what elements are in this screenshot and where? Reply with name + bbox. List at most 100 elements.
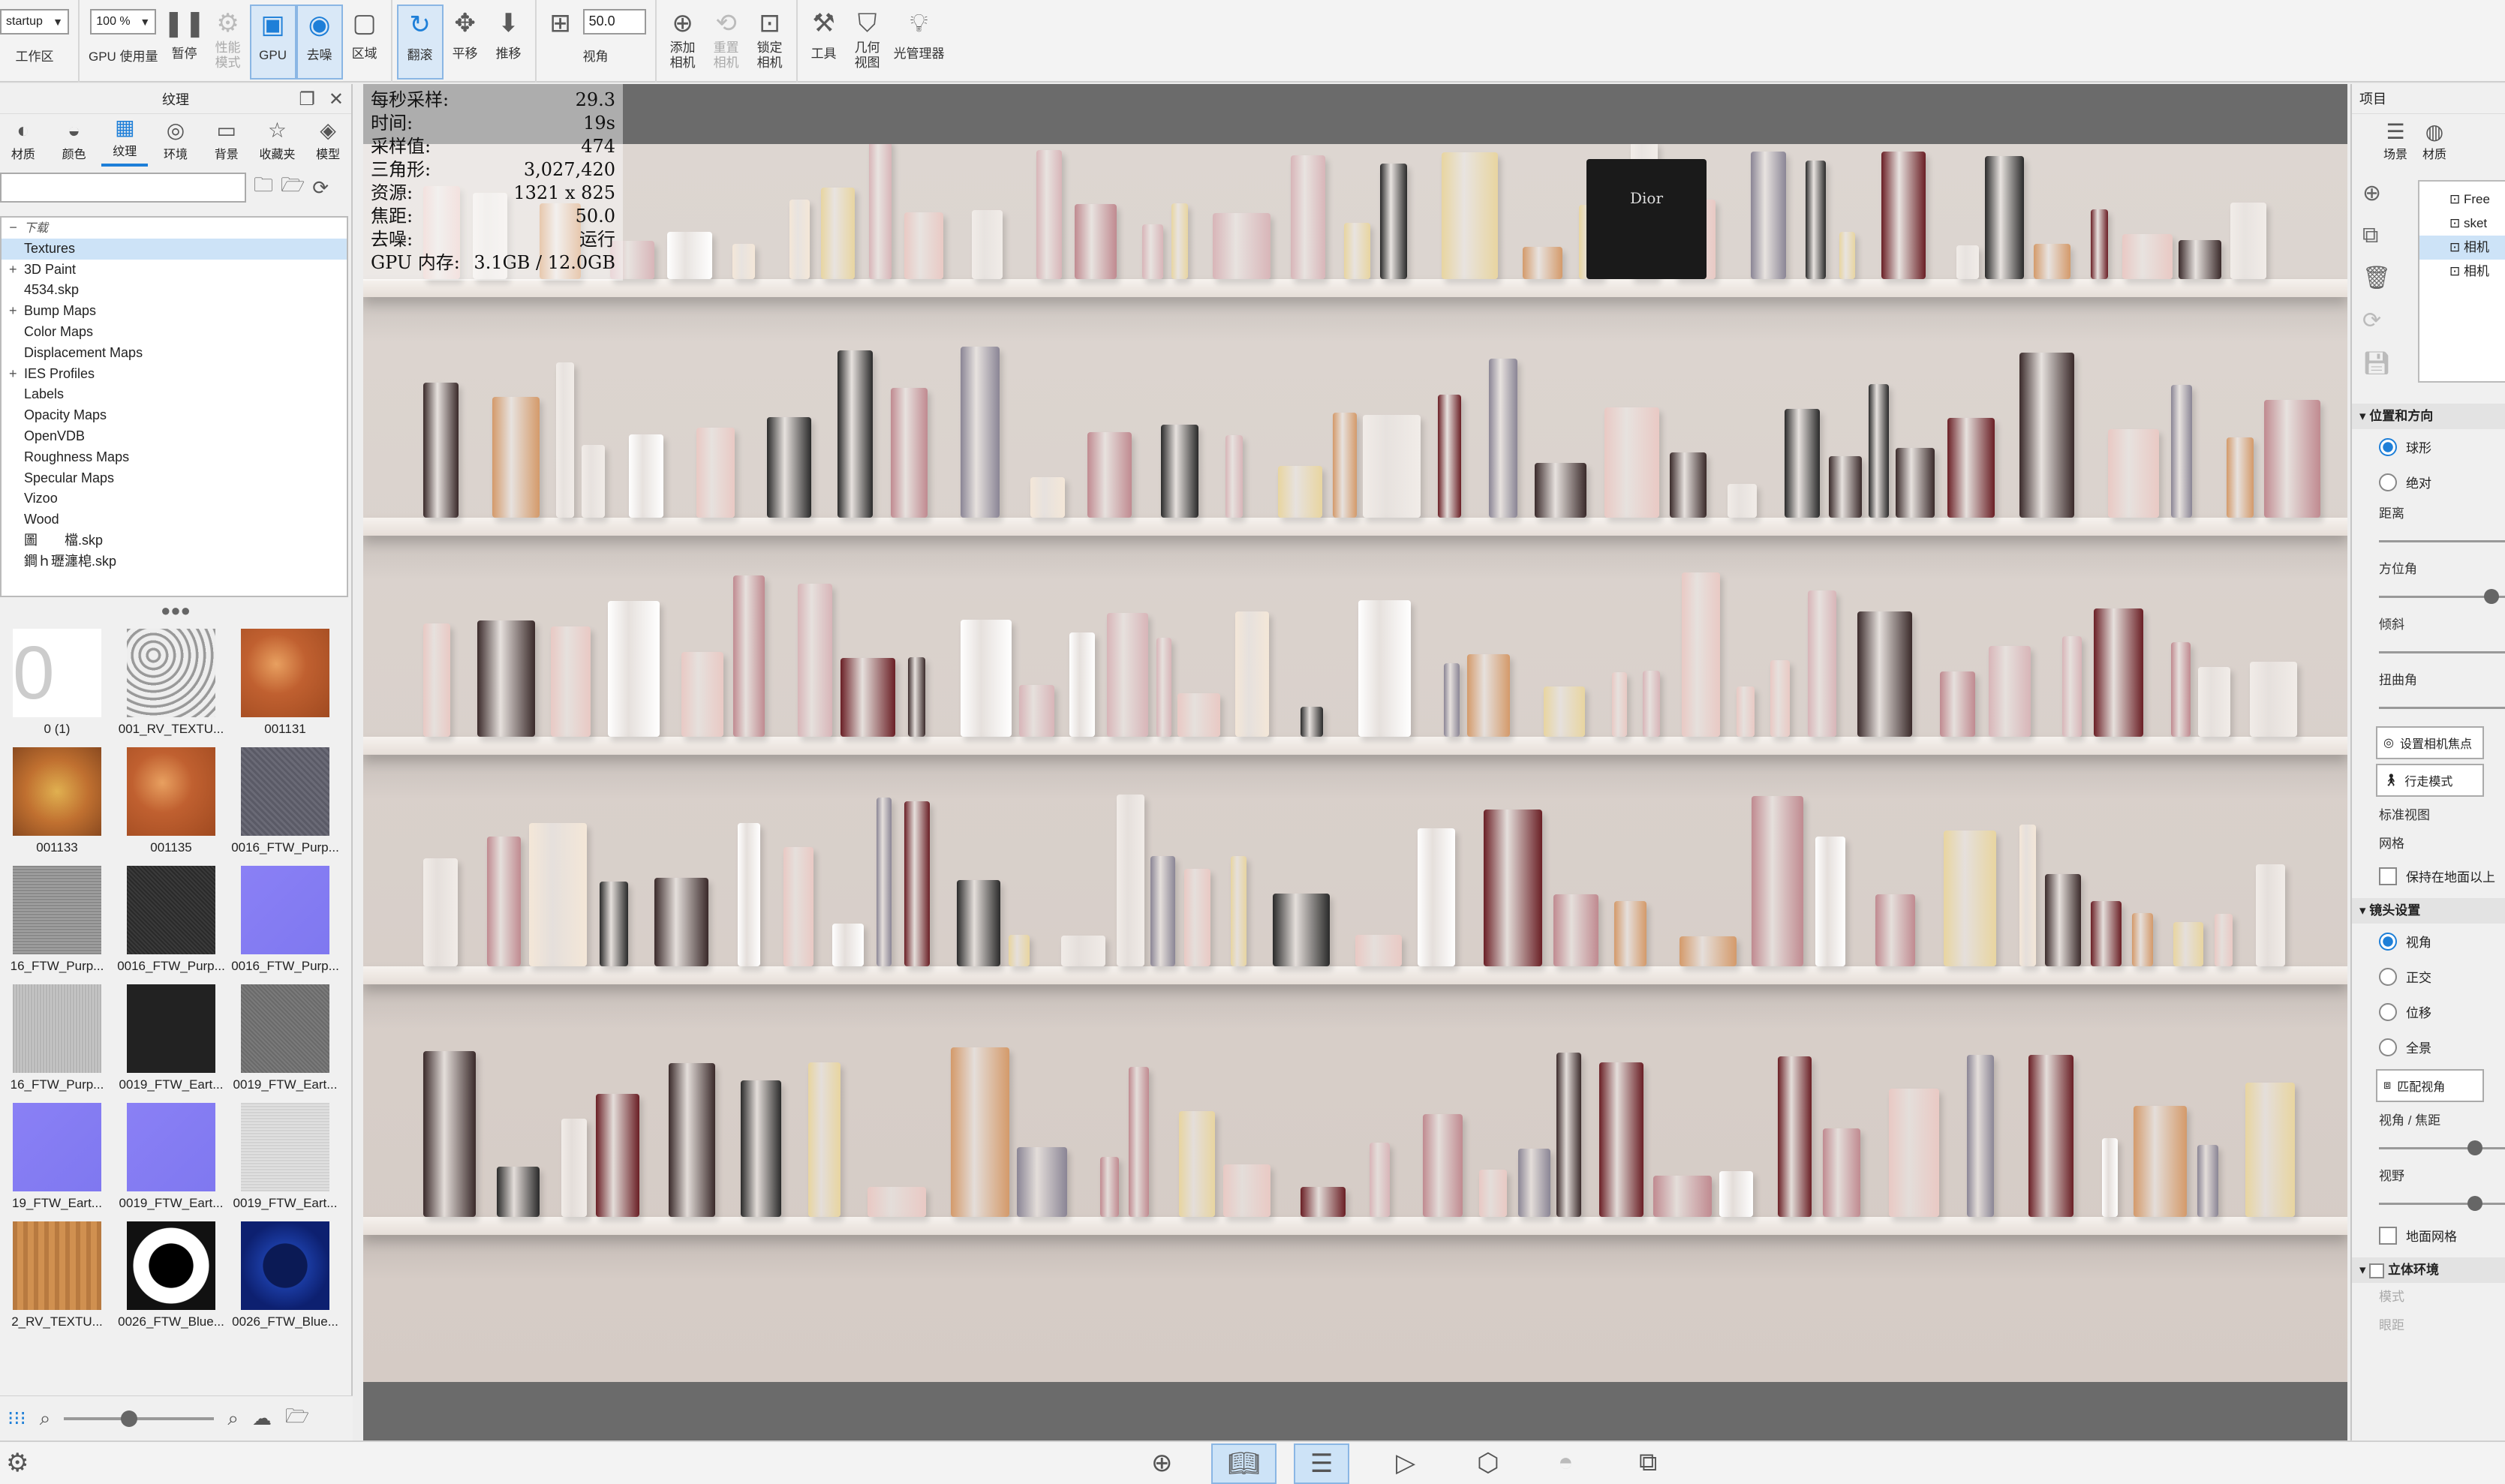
view-angle-input[interactable]: 50.0 xyxy=(582,9,646,35)
vr-headset-icon[interactable]: ◓ xyxy=(1558,1448,1574,1477)
lens-shift-option[interactable]: 位移 xyxy=(2352,994,2505,1029)
texture-thumbnail[interactable]: 0019_FTW_Eart... xyxy=(228,978,342,1097)
texture-thumbnail[interactable]: 16_FTW_Purp... xyxy=(0,860,114,978)
zoom-in-icon[interactable]: ⌕ xyxy=(227,1407,239,1431)
denoise-button[interactable]: ◉ 去噪 xyxy=(296,5,343,80)
expand-icon[interactable]: + xyxy=(9,364,24,385)
keep-above-ground-checkbox[interactable] xyxy=(2379,867,2397,885)
import-folder-icon[interactable]: 🗁︎ xyxy=(281,171,305,204)
texture-thumbnail[interactable]: 001135 xyxy=(114,741,228,860)
texture-thumbnail[interactable]: 001131 xyxy=(228,623,342,741)
slider-knob[interactable] xyxy=(121,1410,138,1427)
grid-view-icon[interactable]: ⁝⁝⁝ xyxy=(8,1407,26,1430)
region-button[interactable]: ▢ 区域 xyxy=(343,5,386,80)
twist-slider[interactable] xyxy=(2379,695,2505,722)
stereo-checkbox[interactable] xyxy=(2369,1263,2385,1278)
tab-colors[interactable]: ◒ 颜色 xyxy=(51,117,98,167)
zoom-out-icon[interactable]: ⌕ xyxy=(40,1407,51,1431)
tree-item[interactable]: + IES Profiles xyxy=(2,364,347,385)
tree-item[interactable]: OpenVDB xyxy=(2,426,347,447)
texture-thumbnail[interactable]: 0019_FTW_Eart... xyxy=(114,1097,228,1215)
refresh-icon[interactable]: ⟳ xyxy=(2362,308,2391,334)
walk-mode-button[interactable]: 🚶︎ 行走模式 xyxy=(2376,764,2484,797)
animation-icon[interactable]: ▷ xyxy=(1396,1448,1415,1478)
section-position[interactable]: ▾ 位置和方向 xyxy=(2352,404,2505,429)
section-stereo[interactable]: ▾ 立体环境 xyxy=(2352,1257,2505,1283)
lens-perspective-option[interactable]: 视角 xyxy=(2352,924,2505,959)
tree-item[interactable]: +3D Paint xyxy=(2,260,347,281)
lens-orthographic-option[interactable]: 正交 xyxy=(2352,959,2505,994)
ground-grid-option[interactable]: 地面网格 xyxy=(2352,1218,2505,1253)
texture-thumbnail[interactable]: 0016_FTW_Purp... xyxy=(114,860,228,978)
add-view-icon[interactable]: ⊕ xyxy=(1151,1448,1173,1478)
tree-item[interactable]: Labels xyxy=(2,384,347,405)
radio-spherical[interactable] xyxy=(2379,437,2397,456)
slider-knob[interactable] xyxy=(2484,589,2499,604)
save-icon[interactable]: 💾︎ xyxy=(2362,350,2391,377)
texture-thumbnail[interactable]: 001133 xyxy=(0,741,114,860)
scene-toggle-icon[interactable]: ☰ xyxy=(1294,1443,1350,1484)
slider-knob[interactable] xyxy=(2467,1196,2482,1211)
refresh-icon[interactable]: ⟳ xyxy=(312,176,329,200)
camera-list-item[interactable]: ⊡ 相机 xyxy=(2419,236,2505,260)
tree-item[interactable]: Wood xyxy=(2,509,347,530)
thumbnail-size-slider[interactable] xyxy=(64,1410,215,1427)
tab-textures[interactable]: ▦ 纹理 xyxy=(101,114,149,167)
tree-item[interactable]: − 下载 xyxy=(2,218,347,239)
tree-item[interactable]: Roughness Maps xyxy=(2,447,347,468)
radio-orthographic[interactable] xyxy=(2379,967,2397,986)
lens-panorama-option[interactable]: 全景 xyxy=(2352,1029,2505,1065)
texture-thumbnail[interactable]: 0026_FTW_Blue... xyxy=(114,1215,228,1334)
render-queue-icon[interactable]: ⧉ xyxy=(1639,1448,1657,1477)
cloud-upload-icon[interactable]: ☁ xyxy=(252,1407,272,1430)
absolute-option[interactable]: 绝对 xyxy=(2352,464,2505,500)
settings-cloud-icon[interactable]: ⚙ xyxy=(6,1448,29,1478)
restore-window-icon[interactable]: ❐ xyxy=(299,89,315,110)
add-camera-icon[interactable]: ⊕ xyxy=(2362,180,2391,206)
trash-icon[interactable]: 🗑︎ xyxy=(2362,265,2391,291)
set-camera-focus-button[interactable]: ◎ 设置相机焦点 xyxy=(2376,726,2484,759)
tab-materials[interactable]: ◐ 材质 xyxy=(0,117,47,167)
tab-scene[interactable]: ☰ 场景 xyxy=(2383,119,2407,167)
tree-item[interactable]: 鐧ｈ瓑瀍梍.skp xyxy=(2,551,347,572)
texture-thumbnail[interactable]: 0 0 (1) xyxy=(0,623,114,741)
ground-grid-checkbox[interactable] xyxy=(2379,1226,2397,1245)
pause-button[interactable]: ❚❚ 暂停 xyxy=(163,5,206,80)
spherical-option[interactable]: 球形 xyxy=(2352,429,2505,464)
section-lens[interactable]: ▾ 镜头设置 xyxy=(2352,898,2505,924)
tilt-slider[interactable] xyxy=(2379,639,2505,666)
azimuth-slider[interactable] xyxy=(2379,584,2505,611)
tree-item[interactable]: + Bump Maps xyxy=(2,301,347,322)
dolly-button[interactable]: ⬇ 推移 xyxy=(487,5,531,80)
lock-camera-button[interactable]: ⊡ 锁定 相机 xyxy=(748,5,792,80)
add-folder-icon[interactable]: 🗀︎ xyxy=(254,171,273,204)
field-of-view-slider[interactable] xyxy=(2379,1191,2505,1218)
light-manager-button[interactable]: 💡︎ 光管理器 xyxy=(889,5,949,80)
tree-item[interactable]: Textures xyxy=(2,238,347,260)
performance-mode-button[interactable]: ⚙ 性能 模式 xyxy=(206,5,250,80)
render-image[interactable]: Dior xyxy=(363,144,2347,1382)
texture-thumbnail[interactable]: 001_RV_TEXTU... xyxy=(114,623,228,741)
duplicate-camera-icon[interactable]: ⧉ xyxy=(2362,223,2391,248)
match-view-button[interactable]: ⧈ 匹配视角 xyxy=(2376,1069,2484,1102)
tab-material[interactable]: ◍ 材质 xyxy=(2422,119,2446,167)
tree-item[interactable]: Color Maps xyxy=(2,322,347,343)
radio-perspective[interactable] xyxy=(2379,932,2397,951)
expand-icon[interactable]: + xyxy=(9,260,24,281)
reset-camera-button[interactable]: ⟲ 重置 相机 xyxy=(705,5,748,80)
pan-button[interactable]: ✥ 平移 xyxy=(444,5,487,80)
camera-list-item[interactable]: ⊡ 相机 xyxy=(2419,260,2505,284)
texture-thumbnail[interactable]: 19_FTW_Eart... xyxy=(0,1097,114,1215)
texture-thumbnail[interactable]: 0016_FTW_Purp... xyxy=(228,860,342,978)
texture-thumbnail[interactable]: 0026_FTW_Blue... xyxy=(228,1215,342,1334)
texture-thumbnail[interactable]: 2_RV_TEXTU... xyxy=(0,1215,114,1334)
folder-import-icon[interactable]: 🗁︎ xyxy=(285,1402,309,1435)
add-camera-button[interactable]: ⊕ 添加 相机 xyxy=(661,5,705,80)
workspace-select[interactable]: startup ▼ xyxy=(0,9,69,35)
close-icon[interactable]: ✕ xyxy=(329,89,344,110)
texture-thumbnail[interactable]: 0016_FTW_Purp... xyxy=(228,741,342,860)
texture-thumbnail[interactable]: 0019_FTW_Eart... xyxy=(228,1097,342,1215)
tab-models[interactable]: ◈ 模型 xyxy=(305,117,351,167)
radio-absolute[interactable] xyxy=(2379,473,2397,491)
tools-button[interactable]: ⚒ 工具 xyxy=(802,5,846,80)
